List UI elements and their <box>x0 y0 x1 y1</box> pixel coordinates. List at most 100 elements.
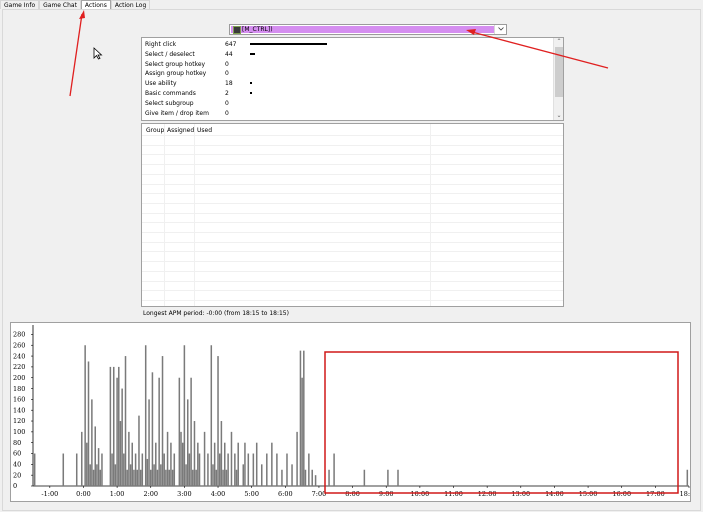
apm-bar <box>185 464 187 486</box>
apm-bar <box>94 426 96 486</box>
x-tick-label: 9:00 <box>379 490 394 498</box>
apm-bar <box>171 469 174 486</box>
x-tick-label: 15:00 <box>579 490 598 498</box>
apm-bar <box>138 415 140 486</box>
apm-bar <box>271 442 273 486</box>
apm-bar <box>166 431 169 486</box>
action-count-bar <box>250 43 327 45</box>
action-row[interactable]: Right click 647 <box>142 40 552 49</box>
apm-bar <box>212 464 214 486</box>
apm-bar <box>266 453 268 486</box>
apm-bar <box>218 453 221 486</box>
action-row[interactable]: Select / deselect 44 <box>142 50 552 59</box>
x-tick-label: 8:00 <box>345 490 360 498</box>
action-row[interactable]: Give item / drop item 0 <box>142 109 552 118</box>
apm-bar <box>234 453 236 486</box>
tab-action-log[interactable]: Action Log <box>110 0 151 9</box>
apm-bar <box>299 350 302 486</box>
apm-bar <box>155 442 157 486</box>
apm-bar <box>183 345 186 486</box>
apm-bar <box>86 442 88 486</box>
apm-bar <box>198 453 201 486</box>
table-row <box>142 222 563 224</box>
x-tick-label: 13:00 <box>511 490 530 498</box>
column-divider <box>430 124 431 306</box>
y-tick-label: 280 <box>13 331 25 339</box>
column-header-group[interactable]: Group <box>146 127 164 134</box>
x-tick-label: 14:00 <box>545 490 564 498</box>
action-label: Give item / drop item <box>145 109 209 117</box>
apm-bar <box>397 469 399 486</box>
apm-bar <box>286 453 288 486</box>
apm-bar <box>92 469 95 486</box>
x-tick-label: 11:00 <box>444 490 463 498</box>
apm-bar <box>203 431 206 486</box>
action-list-scrollbar[interactable]: ⌃ ⌄ <box>553 38 563 120</box>
apm-bar <box>126 469 128 486</box>
table-row <box>142 290 563 292</box>
apm-bar <box>247 453 250 486</box>
apm-bar <box>158 377 160 486</box>
apm-bar <box>207 453 209 486</box>
apm-bar <box>333 453 335 486</box>
apm-bar <box>223 442 226 486</box>
apm-bar <box>153 464 155 486</box>
action-row[interactable]: Assign group hotkey 0 <box>142 69 552 78</box>
apm-bar <box>220 421 223 486</box>
table-row <box>142 299 563 301</box>
table-row <box>142 212 563 214</box>
action-row[interactable]: Select subgroup 0 <box>142 99 552 108</box>
y-tick-label: 260 <box>13 341 25 349</box>
apm-bar <box>131 442 133 486</box>
apm-bar <box>111 453 113 486</box>
groups-table[interactable]: Group Assigned Used <box>141 123 564 307</box>
x-tick-label: 3:00 <box>177 490 192 498</box>
scroll-up-icon[interactable]: ⌃ <box>554 38 563 46</box>
tab-game-info[interactable]: Game Info <box>0 0 40 9</box>
y-tick-label: 240 <box>13 352 25 360</box>
apm-bar <box>235 469 238 486</box>
apm-bar <box>119 421 122 486</box>
apm-bar <box>225 469 228 486</box>
table-row <box>142 270 563 272</box>
x-tick-label: 16:00 <box>612 490 631 498</box>
player-select[interactable]: [M_CTRL]) <box>229 24 507 35</box>
x-tick-label: 5:00 <box>244 490 259 498</box>
table-row <box>142 135 563 136</box>
apm-bar <box>84 345 86 486</box>
apm-bar <box>242 464 245 486</box>
y-tick-label: 100 <box>13 428 25 436</box>
x-tick-label: 7:00 <box>312 490 327 498</box>
chevron-down-icon[interactable] <box>494 25 506 34</box>
apm-bar <box>213 442 216 486</box>
apm-bar <box>109 366 112 486</box>
column-header-used[interactable]: Used <box>197 127 212 134</box>
tab-game-chat[interactable]: Game Chat <box>39 0 81 9</box>
action-row[interactable]: Basic commands 2 <box>142 89 552 98</box>
apm-bar <box>186 399 189 486</box>
apm-bar <box>81 431 83 486</box>
apm-bar <box>181 442 184 486</box>
scroll-down-icon[interactable]: ⌄ <box>554 112 563 120</box>
scrollbar-thumb[interactable] <box>555 47 563 97</box>
apm-bar <box>91 399 93 486</box>
action-count: 2 <box>225 90 229 97</box>
action-count: 0 <box>225 60 229 68</box>
action-row[interactable]: Use ability 18 <box>142 79 552 88</box>
apm-bar <box>686 469 689 486</box>
apm-bar <box>244 442 246 486</box>
y-tick-label: 140 <box>13 406 25 414</box>
apm-bar <box>134 453 137 486</box>
apm-bar <box>87 361 90 486</box>
apm-bar <box>146 458 149 486</box>
action-row[interactable]: Select group hotkey 0 <box>142 60 552 69</box>
player-select-selection: [M_CTRL]) <box>231 25 494 34</box>
action-breakdown-list[interactable]: Right click 647 Select / deselect 44 Select … <box>141 37 564 121</box>
y-tick-label: 60 <box>13 450 21 458</box>
table-row <box>142 173 563 175</box>
action-count: 44 <box>225 50 233 58</box>
apm-bar <box>101 453 103 486</box>
apm-bar <box>124 356 127 486</box>
column-header-assigned[interactable]: Assigned <box>167 127 194 134</box>
apm-bar <box>304 469 307 486</box>
